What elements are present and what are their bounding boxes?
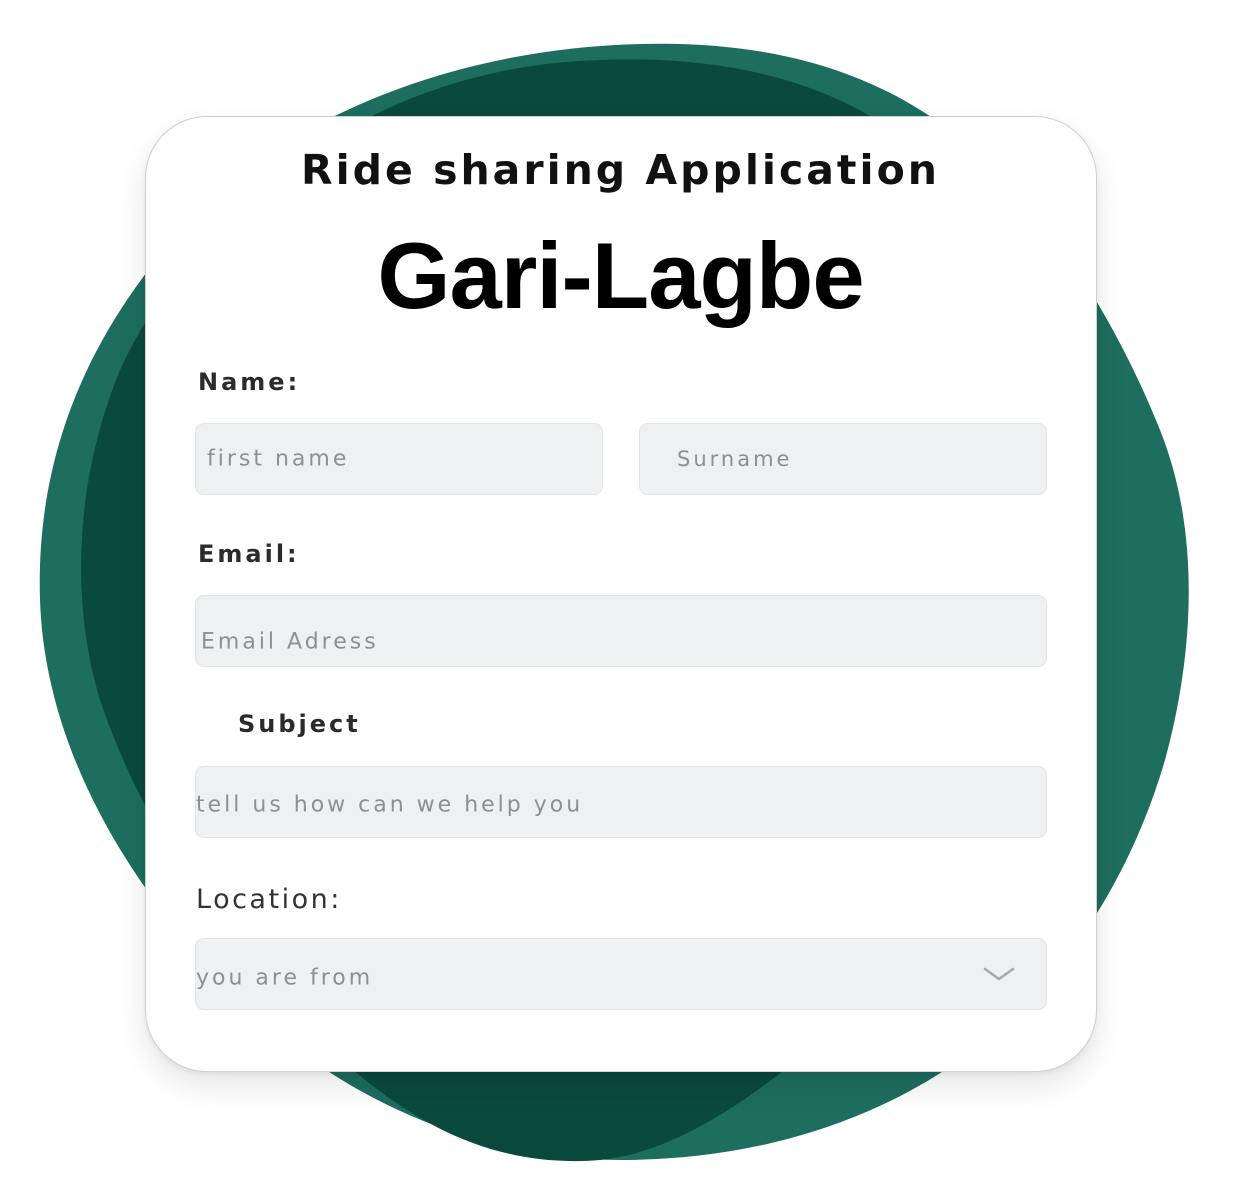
app-subtitle: Ride sharing Application — [301, 146, 940, 194]
surname-placeholder: Surname — [677, 447, 793, 471]
subject-placeholder: tell us how can we help you — [196, 792, 584, 818]
page: Ride sharing Application Gari-Lagbe Name… — [0, 0, 1241, 1188]
app-brand-title: Gari-Lagbe — [377, 223, 864, 328]
location-label: Location: — [196, 884, 342, 915]
email-input[interactable]: Email Adress — [195, 595, 1047, 667]
email-placeholder: Email Adress — [201, 629, 379, 655]
location-placeholder: you are from — [196, 965, 374, 991]
email-label: Email: — [198, 540, 300, 568]
location-select[interactable]: you are from — [195, 938, 1047, 1010]
first-name-placeholder: first name — [207, 446, 350, 472]
chevron-down-icon[interactable] — [982, 964, 1016, 984]
subject-input[interactable]: tell us how can we help you — [195, 766, 1047, 838]
first-name-input[interactable]: first name — [195, 423, 603, 495]
surname-input[interactable]: Surname — [639, 423, 1047, 495]
subject-label: Subject — [238, 710, 361, 738]
name-label: Name: — [198, 368, 301, 396]
